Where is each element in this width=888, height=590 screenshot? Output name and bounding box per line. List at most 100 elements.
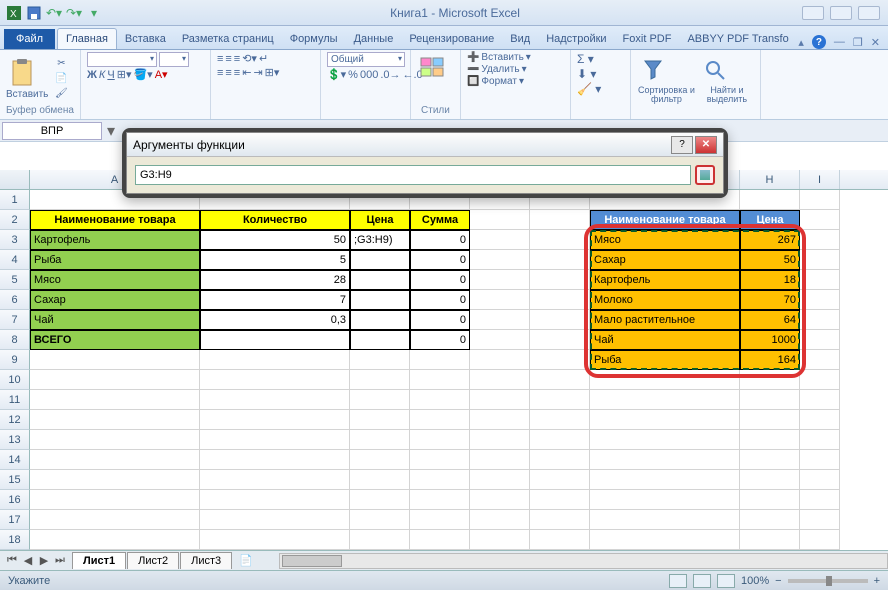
cell[interactable] xyxy=(590,430,740,450)
cell[interactable] xyxy=(740,470,800,490)
cell[interactable] xyxy=(350,330,410,350)
cells-grid[interactable]: Наименование товараКоличествоЦенаСуммаНа… xyxy=(30,190,888,550)
cell[interactable] xyxy=(30,450,200,470)
orientation-icon[interactable]: ⟲▾ xyxy=(242,52,257,65)
tab-page-layout[interactable]: Разметка страниц xyxy=(174,29,282,49)
cell[interactable] xyxy=(530,430,590,450)
view-normal-icon[interactable] xyxy=(669,574,687,588)
cell[interactable]: 0 xyxy=(410,290,470,310)
autosum-icon[interactable]: Σ ▾ xyxy=(577,52,624,66)
cell[interactable] xyxy=(740,410,800,430)
cell[interactable]: 267 xyxy=(740,230,800,250)
row-header[interactable]: 15 xyxy=(0,470,30,490)
cell[interactable] xyxy=(590,510,740,530)
cell[interactable]: 70 xyxy=(740,290,800,310)
cell[interactable] xyxy=(410,530,470,550)
cell[interactable] xyxy=(800,230,840,250)
cell[interactable] xyxy=(410,430,470,450)
cell[interactable]: Сахар xyxy=(30,290,200,310)
cell[interactable]: Молоко xyxy=(590,290,740,310)
cell[interactable] xyxy=(590,530,740,550)
cell[interactable] xyxy=(30,410,200,430)
merge-icon[interactable]: ⊞▾ xyxy=(265,66,280,79)
cell[interactable] xyxy=(800,250,840,270)
row-header[interactable]: 13 xyxy=(0,430,30,450)
cell[interactable] xyxy=(530,510,590,530)
cell[interactable]: Мало растительное xyxy=(590,310,740,330)
cell[interactable] xyxy=(470,270,530,290)
align-bot-icon[interactable]: ≡ xyxy=(234,53,240,65)
cell[interactable] xyxy=(470,210,530,230)
cell[interactable] xyxy=(530,490,590,510)
cell[interactable] xyxy=(800,470,840,490)
format-cells-icon[interactable]: 🔲 xyxy=(467,76,479,87)
cell[interactable] xyxy=(530,310,590,330)
format-cells-label[interactable]: Формат xyxy=(481,76,517,87)
tab-foxit[interactable]: Foxit PDF xyxy=(615,29,680,49)
align-right-icon[interactable]: ≡ xyxy=(234,67,240,79)
zoom-in-icon[interactable]: + xyxy=(874,575,880,587)
cell[interactable]: Чай xyxy=(590,330,740,350)
fontsize-combo[interactable] xyxy=(159,52,189,67)
insert-cells-icon[interactable]: ➕ xyxy=(467,52,479,63)
cell[interactable] xyxy=(800,190,840,210)
cell[interactable]: Сахар xyxy=(590,250,740,270)
cell[interactable] xyxy=(800,430,840,450)
indent-dec-icon[interactable]: ⇤ xyxy=(242,66,251,79)
cell[interactable] xyxy=(530,330,590,350)
cell[interactable] xyxy=(470,410,530,430)
styles-icon[interactable] xyxy=(417,52,449,84)
cell[interactable] xyxy=(410,510,470,530)
cell[interactable] xyxy=(470,290,530,310)
cell[interactable]: Количество xyxy=(200,210,350,230)
sheet-nav-first-icon[interactable]: ⏮ xyxy=(4,554,20,567)
cell[interactable] xyxy=(470,370,530,390)
cell[interactable] xyxy=(800,290,840,310)
cell[interactable] xyxy=(740,450,800,470)
redo-icon[interactable]: ↷▾ xyxy=(66,5,82,21)
qat-dropdown-icon[interactable]: ▾ xyxy=(86,5,102,21)
fill-color-icon[interactable]: 🪣▾ xyxy=(133,68,152,81)
cell[interactable] xyxy=(350,450,410,470)
row-header[interactable]: 16 xyxy=(0,490,30,510)
cell[interactable] xyxy=(410,390,470,410)
bold-icon[interactable]: Ж xyxy=(87,69,97,81)
cell[interactable] xyxy=(470,230,530,250)
cell[interactable] xyxy=(800,530,840,550)
cell[interactable] xyxy=(470,250,530,270)
indent-inc-icon[interactable]: ⇥ xyxy=(253,66,262,79)
cell[interactable]: 5 xyxy=(200,250,350,270)
cell[interactable] xyxy=(30,370,200,390)
row-header[interactable]: 14 xyxy=(0,450,30,470)
cell[interactable]: Наименование товара xyxy=(590,210,740,230)
cell[interactable] xyxy=(350,270,410,290)
cell[interactable] xyxy=(350,410,410,430)
row-header[interactable]: 12 xyxy=(0,410,30,430)
file-tab[interactable]: Файл xyxy=(4,29,55,49)
cell[interactable] xyxy=(590,370,740,390)
inc-decimal-icon[interactable]: .0→ xyxy=(380,69,400,81)
name-box-dropdown-icon[interactable]: ▾ xyxy=(104,121,118,141)
sheet-tab[interactable]: Лист3 xyxy=(180,552,232,569)
number-format-combo[interactable]: Общий xyxy=(327,52,405,67)
insert-cells-label[interactable]: Вставить xyxy=(481,52,523,63)
cell[interactable]: 0 xyxy=(410,310,470,330)
cell[interactable] xyxy=(30,350,200,370)
cell[interactable] xyxy=(530,410,590,430)
sheet-nav-last-icon[interactable]: ⏭ xyxy=(52,554,68,567)
row-header[interactable]: 18 xyxy=(0,530,30,550)
cell[interactable] xyxy=(800,450,840,470)
undo-icon[interactable]: ↶▾ xyxy=(46,5,62,21)
cell[interactable] xyxy=(740,390,800,410)
font-combo[interactable] xyxy=(87,52,157,67)
cell[interactable] xyxy=(30,530,200,550)
cell[interactable] xyxy=(30,390,200,410)
cell[interactable]: Цена xyxy=(350,210,410,230)
cell[interactable] xyxy=(470,390,530,410)
sheet-nav-next-icon[interactable]: ▶ xyxy=(36,554,52,567)
cell[interactable]: Рыба xyxy=(30,250,200,270)
minimize-button[interactable] xyxy=(802,6,824,20)
cell[interactable] xyxy=(470,430,530,450)
cell[interactable] xyxy=(530,530,590,550)
zoom-level[interactable]: 100% xyxy=(741,575,769,587)
